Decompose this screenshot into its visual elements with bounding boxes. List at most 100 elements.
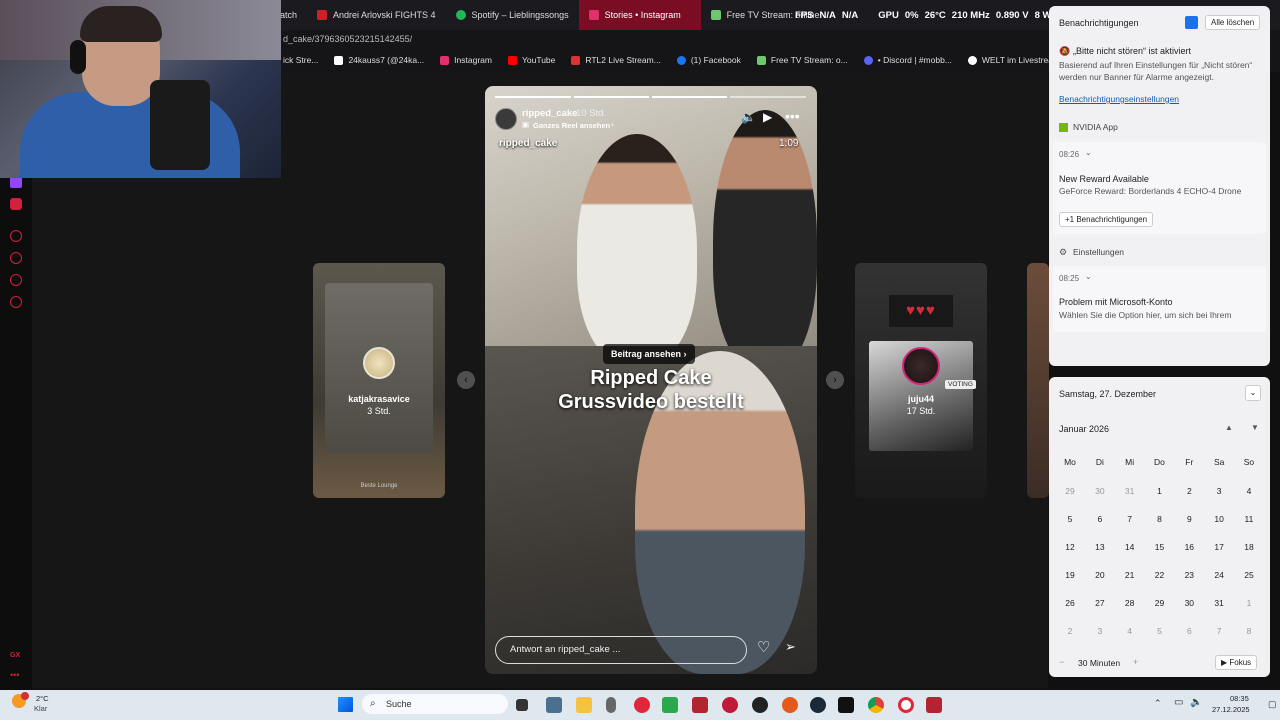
chevron-down-icon[interactable]: ⌄ xyxy=(1085,148,1092,157)
bookmark-facebook[interactable]: (1) Facebook xyxy=(676,55,741,65)
calendar-day[interactable]: 6 xyxy=(1089,505,1111,533)
chevron-down-icon[interactable]: ⌄ xyxy=(1085,272,1092,281)
calendar-day[interactable]: 8 xyxy=(1238,617,1260,645)
calendar-day[interactable]: 6 xyxy=(1178,617,1200,645)
calendar-day[interactable]: 3 xyxy=(1208,477,1230,505)
focus-button[interactable]: ▶ Fokus xyxy=(1215,655,1258,670)
calendar-day[interactable]: 13 xyxy=(1089,533,1111,561)
next-month-button[interactable]: ▼ xyxy=(1251,423,1259,432)
notification-icon[interactable]: ▢ xyxy=(1268,699,1277,710)
focus-decrease-button[interactable]: − xyxy=(1059,657,1064,667)
tab-instagram-stories[interactable]: Stories • Instagram xyxy=(578,0,701,30)
calendar-day[interactable]: 19 xyxy=(1059,561,1081,589)
app-icon[interactable] xyxy=(752,697,768,713)
calendar-day[interactable]: 28 xyxy=(1119,589,1141,617)
send-icon[interactable]: ➢ xyxy=(785,639,796,655)
calendar-day[interactable]: 17 xyxy=(1208,533,1230,561)
clear-all-button[interactable]: Alle löschen xyxy=(1205,15,1261,30)
bookmark-kick[interactable]: ick Stre... xyxy=(283,55,318,65)
story-main[interactable]: ripped_cake 10 Std. ▣ Ganzes Reel ansehe… xyxy=(485,86,817,674)
story-card-next[interactable] xyxy=(1027,263,1049,498)
reply-input[interactable]: Antwort an ripped_cake ... xyxy=(495,636,747,664)
chevron-up-icon[interactable]: ⌃ xyxy=(1154,698,1162,709)
taskbar-date[interactable]: 27.12.2025 xyxy=(1212,705,1250,714)
calendar-day[interactable]: 25 xyxy=(1238,561,1260,589)
tab-andrei-arlovski[interactable]: Andrei Arlovski FIGHTS 4 xyxy=(307,0,446,30)
game-icon[interactable] xyxy=(662,697,678,713)
tab-spotify[interactable]: Spotify – Lieblingssongs xyxy=(446,0,579,30)
calendar-day[interactable]: 15 xyxy=(1148,533,1170,561)
bookmark-instagram[interactable]: Instagram xyxy=(440,55,492,65)
player-icon[interactable] xyxy=(10,230,22,242)
calendar-day[interactable]: 7 xyxy=(1119,505,1141,533)
settings-icon[interactable] xyxy=(10,296,22,308)
focus-increase-button[interactable]: + xyxy=(1133,657,1138,667)
calendar-day[interactable]: 30 xyxy=(1178,589,1200,617)
calendar-day[interactable]: 2 xyxy=(1059,617,1081,645)
next-story-button[interactable]: › xyxy=(826,371,844,389)
file-explorer-icon[interactable] xyxy=(576,697,592,713)
story-card-juju44[interactable]: ♥♥♥ VOTING juju44 17 Std. xyxy=(855,263,987,498)
calendar-day[interactable]: 29 xyxy=(1148,589,1170,617)
calendar-day[interactable]: 29 xyxy=(1059,477,1081,505)
calendar-day[interactable]: 8 xyxy=(1148,505,1170,533)
epic-games-icon[interactable] xyxy=(838,697,854,713)
calendar-day[interactable]: 5 xyxy=(1059,505,1081,533)
calendar-day[interactable]: 9 xyxy=(1178,505,1200,533)
bookmark-rtl2[interactable]: RTL2 Live Stream... xyxy=(571,55,661,65)
bookmark-discord[interactable]: • Discord | #mobb... xyxy=(863,55,952,65)
calendar-day[interactable]: 16 xyxy=(1178,533,1200,561)
chrome-icon[interactable] xyxy=(868,697,884,713)
opera-icon[interactable] xyxy=(898,697,914,713)
more-options-icon[interactable]: ••• xyxy=(785,108,800,124)
previous-story-button[interactable]: ‹ xyxy=(457,371,475,389)
calendar-day[interactable]: 31 xyxy=(1119,477,1141,505)
bookmark-welt[interactable]: WELT im Livestrea... xyxy=(967,55,1060,65)
history-icon[interactable] xyxy=(10,252,22,264)
calendar-day[interactable]: 14 xyxy=(1119,533,1141,561)
previous-month-button[interactable]: ▲ xyxy=(1225,423,1233,432)
volume-icon[interactable]: 🔈 xyxy=(1190,697,1202,708)
heart-icon[interactable]: ♡ xyxy=(757,638,770,656)
extensions-icon[interactable] xyxy=(10,274,22,286)
calendar-day[interactable]: 12 xyxy=(1059,533,1081,561)
calendar-day[interactable]: 31 xyxy=(1208,589,1230,617)
app-icon[interactable] xyxy=(722,697,738,713)
dnd-toggle-icon[interactable] xyxy=(1185,16,1198,29)
story-username[interactable]: ripped_cake xyxy=(522,108,577,119)
calendar-day[interactable]: 23 xyxy=(1178,561,1200,589)
avatar[interactable] xyxy=(495,108,517,130)
bookmark-free-tv[interactable]: Free TV Stream: o... xyxy=(756,55,848,65)
calendar-day[interactable]: 4 xyxy=(1238,477,1260,505)
reel-link[interactable]: Ganzes Reel ansehen xyxy=(533,121,610,130)
calendar-day[interactable]: 21 xyxy=(1119,561,1141,589)
calendar-day[interactable]: 26 xyxy=(1059,589,1081,617)
calendar-day[interactable]: 5 xyxy=(1148,617,1170,645)
app-icon[interactable] xyxy=(926,697,942,713)
taskbar-time[interactable]: 08:35 xyxy=(1230,694,1249,703)
notification-card-nvidia[interactable]: 08:26 ⌄ New Reward Available GeForce Rew… xyxy=(1053,142,1266,234)
network-icon[interactable]: ▭ xyxy=(1174,697,1183,708)
mute-icon[interactable]: 🔈 xyxy=(741,110,756,124)
calendar-day[interactable]: 18 xyxy=(1238,533,1260,561)
bookmark-24kauss7[interactable]: 24kauss7 (@24ka... xyxy=(334,55,424,65)
play-icon[interactable]: ▶ xyxy=(763,110,772,124)
collapse-calendar-button[interactable]: ⌄ xyxy=(1245,385,1261,401)
see-post-button[interactable]: Beitrag ansehen › xyxy=(603,344,695,364)
mouse-icon[interactable] xyxy=(606,697,616,713)
calendar-day[interactable]: 7 xyxy=(1208,617,1230,645)
youtube-icon[interactable] xyxy=(10,198,22,210)
calendar-day[interactable]: 2 xyxy=(1178,477,1200,505)
calculator-icon[interactable] xyxy=(546,697,562,713)
calendar-day[interactable]: 10 xyxy=(1208,505,1230,533)
calendar-day[interactable]: 4 xyxy=(1119,617,1141,645)
opera-gx-icon[interactable] xyxy=(634,697,650,713)
taskbar-search[interactable]: ⌕ Suche xyxy=(362,694,508,714)
calendar-day[interactable]: 30 xyxy=(1089,477,1111,505)
calendar-day[interactable]: 1 xyxy=(1238,589,1260,617)
calendar-day[interactable]: 1 xyxy=(1148,477,1170,505)
calendar-month[interactable]: Januar 2026 xyxy=(1059,424,1109,434)
task-view-icon[interactable] xyxy=(516,699,528,711)
notification-card-settings[interactable]: 08:25 ⌄ Problem mit Microsoft-Konto Wähl… xyxy=(1053,266,1266,332)
calendar-day[interactable]: 24 xyxy=(1208,561,1230,589)
